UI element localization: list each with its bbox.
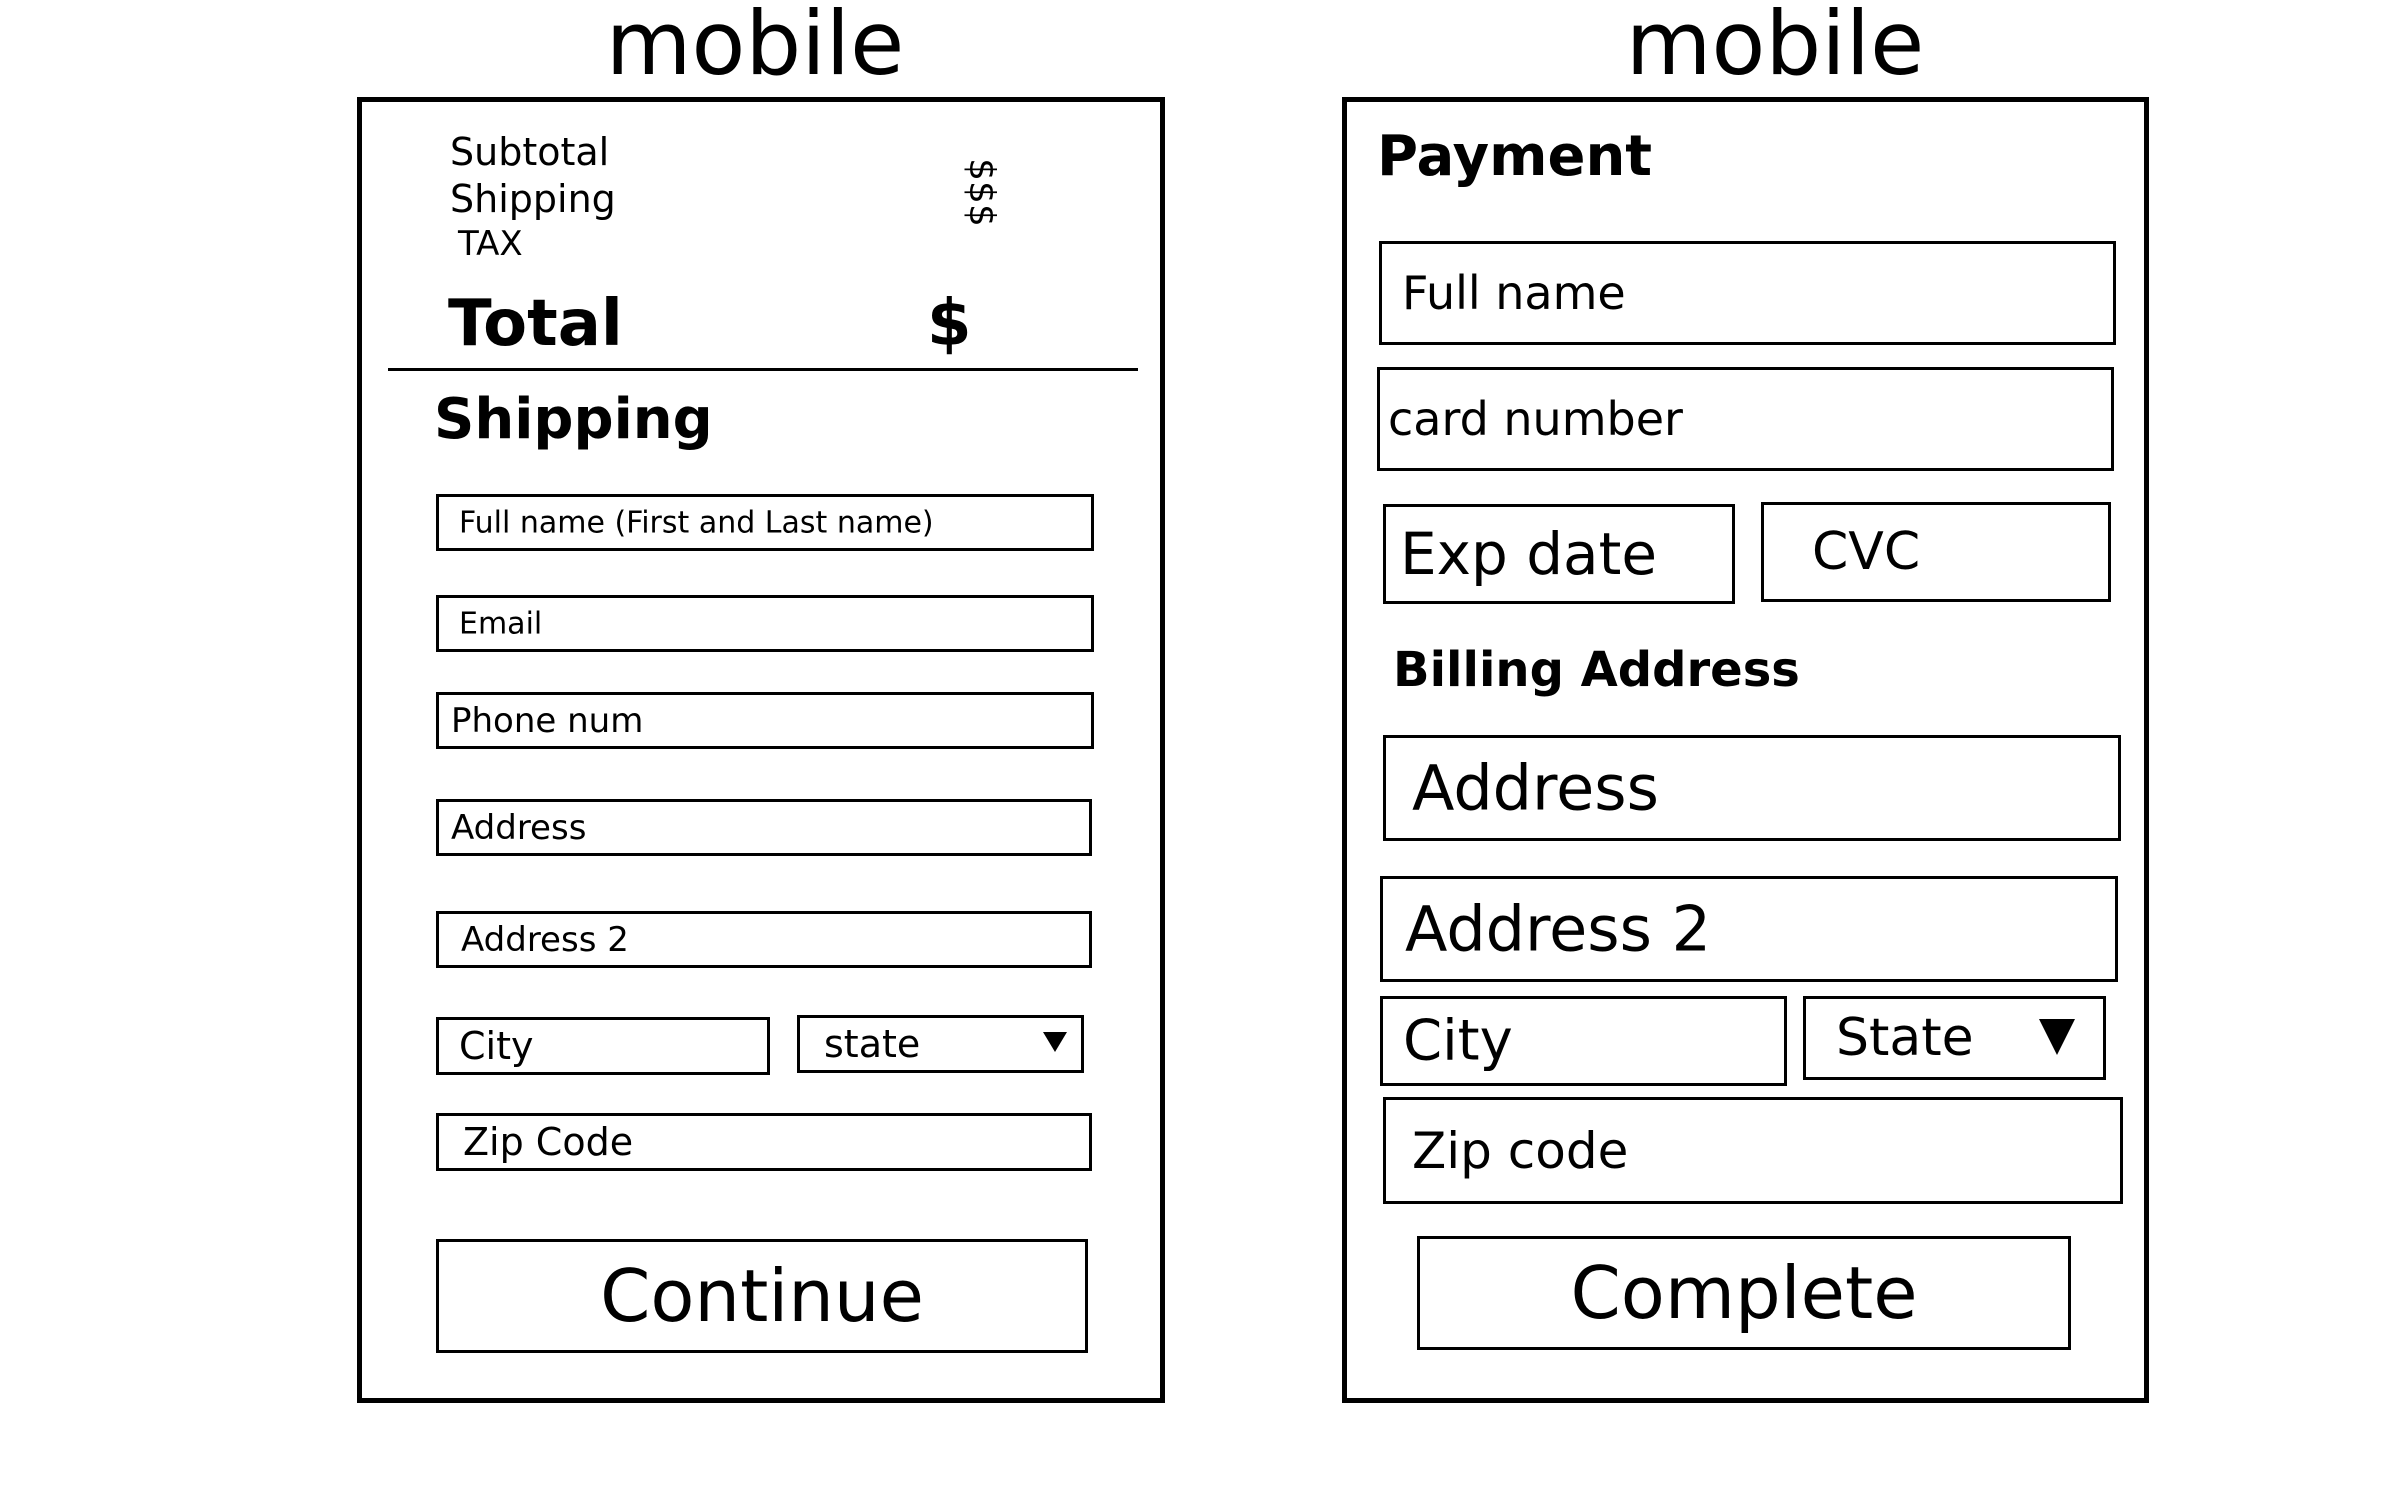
address-placeholder: Address <box>451 807 587 848</box>
address2-field[interactable]: Address 2 <box>436 911 1092 968</box>
phone-field[interactable]: Phone num <box>436 692 1094 749</box>
shipping-heading: Shipping <box>434 387 713 452</box>
summary-divider <box>388 368 1138 371</box>
email-field[interactable]: Email <box>436 595 1094 652</box>
billing-state-placeholder: State <box>1836 1008 1974 1068</box>
payment-full-name-field[interactable]: Full name <box>1379 241 2116 345</box>
payment-full-name-placeholder: Full name <box>1402 266 1626 320</box>
phone-placeholder: Phone num <box>451 700 644 741</box>
billing-address-field[interactable]: Address <box>1383 735 2121 841</box>
left-mobile-frame: Subtotal Shipping TAX $$$ Total $ Shippi… <box>357 97 1165 1403</box>
left-screen-title: mobile <box>605 0 905 95</box>
card-number-field[interactable]: card number <box>1377 367 2114 471</box>
billing-zip-placeholder: Zip code <box>1412 1121 1629 1180</box>
tax-label: TAX <box>458 224 523 264</box>
cvc-placeholder: CVC <box>1812 522 1921 582</box>
continue-button-label: Continue <box>600 1254 924 1338</box>
billing-address-heading: Billing Address <box>1393 642 1800 698</box>
subtotal-label: Subtotal <box>450 130 610 174</box>
complete-button-label: Complete <box>1570 1251 1918 1335</box>
zip-field[interactable]: Zip Code <box>436 1113 1092 1171</box>
city-placeholder: City <box>459 1024 534 1068</box>
billing-state-select[interactable]: State <box>1803 996 2106 1080</box>
continue-button[interactable]: Continue <box>436 1239 1088 1353</box>
complete-button[interactable]: Complete <box>1417 1236 2071 1350</box>
city-field[interactable]: City <box>436 1017 770 1075</box>
state-select[interactable]: state <box>797 1015 1084 1073</box>
right-screen-title: mobile <box>1625 0 1925 95</box>
cvc-field[interactable]: CVC <box>1761 502 2111 602</box>
billing-city-field[interactable]: City <box>1380 996 1787 1086</box>
billing-address-placeholder: Address <box>1412 751 1659 825</box>
exp-date-placeholder: Exp date <box>1400 520 1658 588</box>
email-placeholder: Email <box>459 606 543 641</box>
address2-placeholder: Address 2 <box>461 919 629 960</box>
state-placeholder: state <box>824 1022 921 1066</box>
payment-heading: Payment <box>1377 124 1653 189</box>
shipping-cost-label: Shipping <box>450 177 616 221</box>
billing-city-placeholder: City <box>1403 1008 1513 1074</box>
full-name-field[interactable]: Full name (First and Last name) <box>436 494 1094 551</box>
full-name-placeholder: Full name (First and Last name) <box>459 505 934 540</box>
address-field[interactable]: Address <box>436 799 1092 856</box>
total-value: $ <box>927 287 972 361</box>
card-number-placeholder: card number <box>1388 392 1683 446</box>
chevron-down-icon <box>2039 1019 2075 1055</box>
exp-date-field[interactable]: Exp date <box>1383 504 1735 604</box>
total-label: Total <box>448 287 623 361</box>
billing-zip-field[interactable]: Zip code <box>1383 1097 2123 1204</box>
zip-placeholder: Zip Code <box>463 1120 634 1164</box>
billing-address2-placeholder: Address 2 <box>1405 892 1712 966</box>
right-mobile-frame: Payment Full name card number Exp date C… <box>1342 97 2149 1403</box>
chevron-down-icon <box>1043 1032 1067 1052</box>
amounts-placeholder: $$$ <box>960 158 1002 227</box>
billing-address2-field[interactable]: Address 2 <box>1380 876 2118 982</box>
